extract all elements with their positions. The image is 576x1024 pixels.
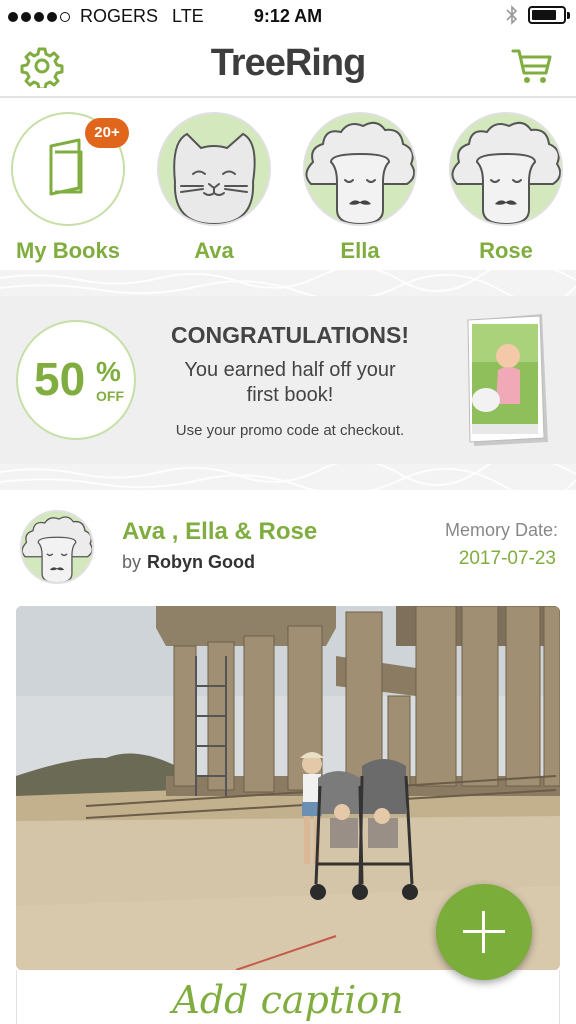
- promo-subtitle-line2: first book!: [246, 384, 334, 406]
- promo-border-bottom: [0, 464, 576, 490]
- ava-avatar: [157, 112, 271, 226]
- promo-subtitle: You earned half off your first book!: [140, 358, 440, 408]
- kid-ella[interactable]: Ella: [300, 112, 420, 264]
- status-bar: ROGERS LTE 9:12 AM: [0, 0, 576, 34]
- add-memory-button[interactable]: [436, 884, 532, 980]
- app-logo: TreeRing: [210, 42, 367, 84]
- books-count-badge: 20+: [85, 118, 129, 148]
- promo-banner[interactable]: 50 % OFF CONGRATULATIONS! You earned hal…: [0, 296, 576, 464]
- promo-title: CONGRATULATIONS!: [170, 322, 410, 348]
- kid-rose[interactable]: Rose: [446, 112, 566, 264]
- yearbook-cover-image: [467, 314, 548, 446]
- promo-note: Use your promo code at checkout.: [175, 422, 405, 439]
- post-title[interactable]: Ava , Ella & Rose: [122, 518, 317, 546]
- discount-off-label: OFF: [96, 388, 124, 404]
- post-author[interactable]: Robyn Good: [147, 552, 255, 572]
- discount-percent-sign: %: [96, 356, 121, 387]
- sheep-avatar-icon: [451, 121, 561, 224]
- discount-percent: 50: [34, 353, 86, 405]
- status-time: 9:12 AM: [253, 6, 323, 26]
- sheep-avatar-icon: [305, 121, 415, 224]
- cat-avatar-icon: [173, 132, 256, 224]
- kid-label: My Books: [16, 238, 120, 263]
- post-avatar[interactable]: [20, 510, 94, 584]
- sheep-avatar-icon: [22, 516, 92, 582]
- nav-bar: TreeRing: [0, 34, 576, 98]
- promo-border-top: [0, 270, 576, 296]
- promo-subtitle-line1: You earned half off your: [184, 359, 396, 381]
- ella-avatar: [303, 112, 417, 226]
- my-books-circle: 20+: [11, 112, 129, 226]
- post-by-prefix: by: [122, 552, 142, 572]
- kid-ava[interactable]: Ava: [154, 112, 274, 264]
- kids-row: 20+ My Books Ava Ella Rose: [0, 100, 576, 270]
- cart-icon: [511, 49, 552, 83]
- discount-badge: 50 % OFF: [16, 320, 136, 440]
- cart-button[interactable]: [510, 44, 554, 88]
- kid-my-books[interactable]: 20+ My Books: [8, 112, 129, 264]
- bluetooth-icon: [506, 5, 518, 25]
- memory-date-label: Memory Date:: [444, 520, 558, 540]
- memory-date[interactable]: 2017-07-23: [459, 548, 556, 570]
- status-right: [506, 5, 570, 25]
- kid-label: Rose: [479, 238, 533, 263]
- rose-avatar: [449, 112, 563, 226]
- kid-label: Ella: [340, 238, 380, 263]
- battery-icon: [528, 6, 570, 24]
- kid-label: Ava: [194, 238, 234, 263]
- post-author-line: by Robyn Good: [122, 552, 255, 573]
